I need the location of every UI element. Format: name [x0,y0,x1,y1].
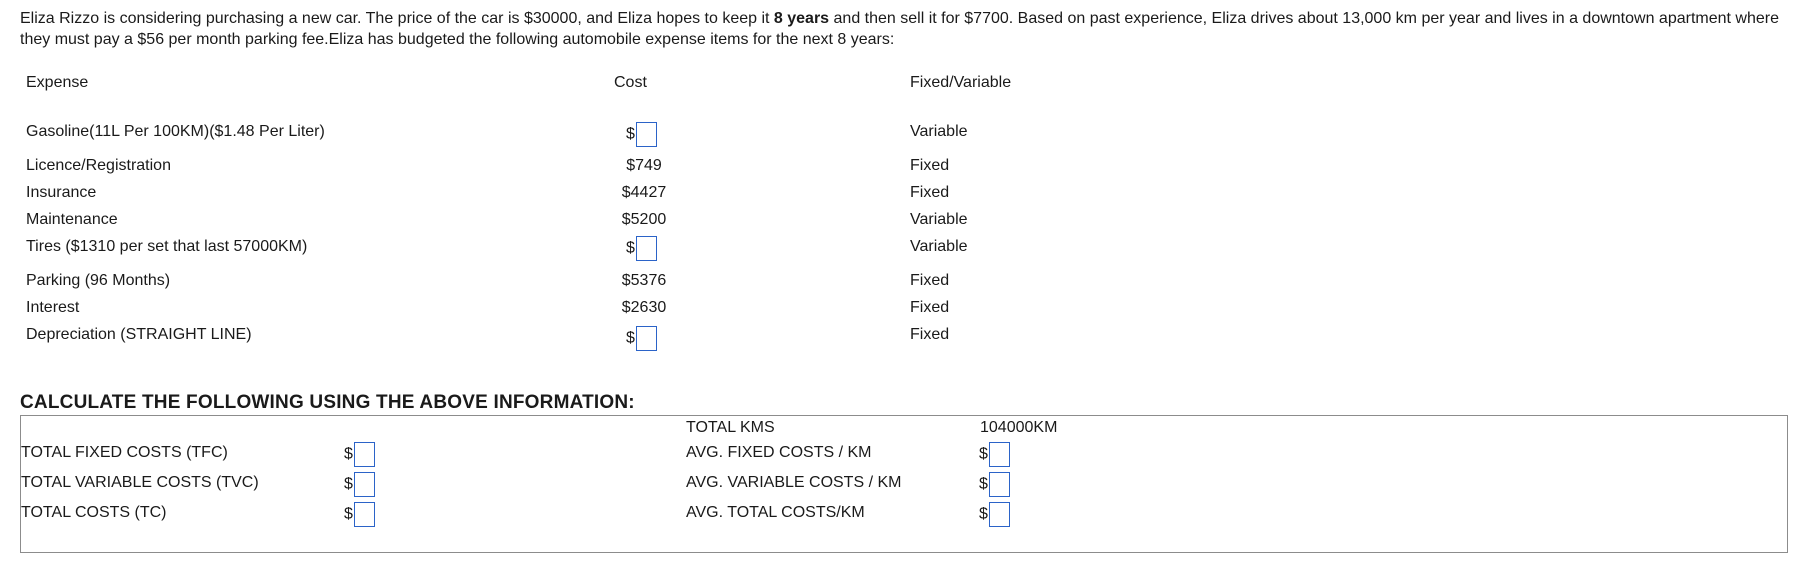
avc-answer: $ [979,472,1010,497]
atc-label: AVG. TOTAL COSTS/KM [686,504,865,521]
expense-parking: Parking (96 Months) [26,272,171,289]
expense-gasoline: Gasoline(11L Per 100KM)($1.48 Per Liter) [26,123,325,140]
afc-label: AVG. FIXED COSTS / KM [686,444,872,461]
intro-bold-years: 8 years [773,10,830,27]
currency-symbol: $ [344,505,353,523]
total-kms-label: TOTAL KMS [686,419,775,436]
type-depreciation: Fixed [910,326,950,343]
total-kms-value: 104000KM [980,419,1058,436]
currency-symbol: $ [979,475,988,493]
currency-symbol: $ [626,329,635,347]
tvc-input[interactable] [353,472,375,497]
tfc-answer: $ [344,442,375,467]
currency-symbol: $ [344,475,353,493]
tvc-answer: $ [344,472,375,497]
type-interest: Fixed [910,299,950,316]
depreciation-cost-input[interactable] [635,326,657,351]
gasoline-cost-input[interactable] [635,122,657,147]
expense-insurance: Insurance [26,184,97,201]
type-tires: Variable [910,238,968,255]
tvc-label: TOTAL VARIABLE COSTS (TVC) [21,474,259,491]
type-licence: Fixed [910,157,950,174]
type-parking: Fixed [910,272,950,289]
currency-symbol: $ [626,239,635,257]
atc-answer: $ [979,502,1010,527]
afc-answer: $ [979,442,1010,467]
tc-answer: $ [344,502,375,527]
expense-interest: Interest [26,299,80,316]
cost-gasoline: $ [626,122,657,147]
currency-symbol: $ [979,505,988,523]
currency-symbol: $ [344,445,353,463]
calc-section-title: CALCULATE THE FOLLOWING USING THE ABOVE … [20,392,635,413]
cost-parking: $5376 [621,272,667,289]
intro-text-1: Eliza Rizzo is considering purchasing a … [20,10,774,27]
tc-input[interactable] [353,502,375,527]
avc-input[interactable] [988,472,1010,497]
header-cost: Cost [614,74,647,91]
cost-maintenance: $5200 [621,211,667,228]
header-expense: Expense [26,74,89,91]
type-insurance: Fixed [910,184,950,201]
tfc-input[interactable] [353,442,375,467]
problem-statement: Eliza Rizzo is considering purchasing a … [20,8,1780,50]
avc-label: AVG. VARIABLE COSTS / KM [686,474,902,491]
cost-tires: $ [626,236,657,261]
type-maintenance: Variable [910,211,968,228]
cost-insurance: $4427 [621,184,667,201]
type-gasoline: Variable [910,123,968,140]
cost-licence: $749 [626,157,662,174]
header-fixed-variable: Fixed/Variable [910,74,1012,91]
cost-interest: $2630 [621,299,667,316]
currency-symbol: $ [979,445,988,463]
tfc-label: TOTAL FIXED COSTS (TFC) [21,444,228,461]
expense-tires: Tires ($1310 per set that last 57000KM) [26,238,308,255]
atc-input[interactable] [988,502,1010,527]
tc-label: TOTAL COSTS (TC) [21,504,167,521]
expense-maintenance: Maintenance [26,211,118,228]
cost-depreciation: $ [626,326,657,351]
calc-panel [20,415,1788,553]
afc-input[interactable] [988,442,1010,467]
expense-licence: Licence/Registration [26,157,171,174]
tires-cost-input[interactable] [635,236,657,261]
expense-depreciation: Depreciation (STRAIGHT LINE) [26,326,252,343]
currency-symbol: $ [626,125,635,143]
